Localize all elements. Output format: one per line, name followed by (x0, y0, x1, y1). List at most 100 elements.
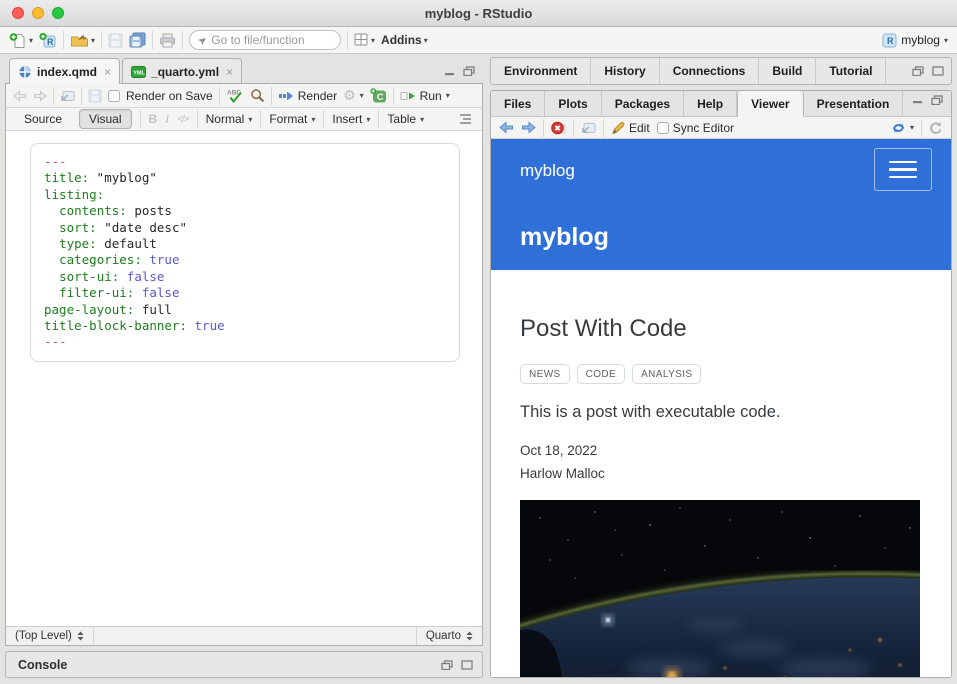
tab-plots[interactable]: Plots (545, 91, 601, 116)
right-column: EnvironmentHistoryConnectionsBuildTutori… (490, 57, 952, 678)
italic-button[interactable]: I (165, 112, 169, 127)
post-hero-image (520, 500, 920, 677)
open-file-button[interactable]: ▾ (70, 33, 95, 48)
project-menu-button[interactable]: R myblog ▾ (882, 33, 948, 48)
restore-pane-icon[interactable] (441, 660, 453, 670)
blog-post: Post With Code NEWSCODEANALYSIS This is … (491, 315, 951, 677)
console-pane-header[interactable]: Console (5, 651, 483, 678)
editor-body: Render on Save ABC Render ⚙ ▾ (5, 83, 483, 646)
code-line: contents: posts (44, 203, 446, 219)
minimize-pane-icon[interactable] (444, 67, 455, 76)
tab-presentation[interactable]: Presentation (804, 91, 904, 116)
render-options-button[interactable]: ⚙ ▾ (343, 89, 364, 103)
source-editor-pane: index.qmd × YML _quarto.yml × (5, 57, 483, 646)
render-on-save-label: Render on Save (126, 89, 213, 103)
maximize-pane-icon[interactable] (932, 66, 944, 76)
tab-files[interactable]: Files (491, 91, 545, 116)
tab-history[interactable]: History (591, 58, 659, 84)
sync-button[interactable]: ▾ (891, 121, 914, 135)
format-menu[interactable]: Format ▾ (269, 112, 315, 126)
toolbar-separator (152, 31, 153, 49)
render-button[interactable]: Render (278, 89, 337, 103)
print-button[interactable] (159, 33, 176, 48)
tab-packages[interactable]: Packages (602, 91, 684, 116)
paragraph-style-dropdown[interactable]: Normal ▾ (206, 112, 253, 126)
tab-connections[interactable]: Connections (660, 58, 760, 84)
menu-icon[interactable] (874, 148, 932, 191)
tab-viewer[interactable]: Viewer (737, 91, 803, 117)
open-in-new-window-icon[interactable] (581, 122, 596, 134)
viewer-content: myblog myblog Post With Code NEWSCODEANA… (491, 139, 951, 677)
code-line: title-block-banner: true (44, 318, 446, 334)
render-on-save-checkbox[interactable] (108, 90, 120, 102)
table-menu[interactable]: Table ▾ (387, 112, 424, 126)
goto-file-search[interactable]: ➤ (189, 30, 341, 50)
scope-selector[interactable]: (Top Level) (6, 627, 94, 645)
category-badge[interactable]: NEWS (520, 364, 570, 384)
stop-icon[interactable] (551, 121, 566, 135)
insert-chunk-icon[interactable]: C (370, 88, 387, 103)
svg-text:R: R (887, 36, 894, 46)
console-title: Console (18, 658, 67, 672)
source-mode-button[interactable]: Source (15, 110, 71, 128)
open-in-new-window-icon[interactable] (60, 90, 75, 102)
forward-icon[interactable] (33, 90, 47, 102)
post-author: Harlow Malloc (520, 466, 922, 481)
insert-menu[interactable]: Insert ▾ (332, 112, 370, 126)
minimize-pane-icon[interactable] (912, 95, 923, 104)
edit-button[interactable]: Edit (611, 121, 650, 135)
left-column: index.qmd × YML _quarto.yml × (5, 57, 483, 678)
save-button[interactable] (108, 33, 123, 48)
code-button[interactable]: </> (177, 114, 188, 125)
panes-layout-button[interactable]: ▾ (354, 33, 375, 47)
rstudio-window: myblog - RStudio ▾ R ▾ (0, 0, 957, 684)
save-all-icon (129, 32, 146, 48)
svg-text:YML: YML (133, 70, 145, 76)
print-icon (159, 33, 176, 48)
tab-help[interactable]: Help (684, 91, 737, 116)
viewer-forward-icon[interactable] (521, 121, 536, 134)
goto-file-input[interactable] (211, 33, 321, 47)
toolbar-separator (101, 31, 102, 49)
post-date: Oct 18, 2022 (520, 443, 922, 458)
yaml-code-block[interactable]: ---title: "myblog"listing: contents: pos… (30, 143, 460, 362)
maximize-pane-icon[interactable] (461, 660, 473, 670)
save-all-button[interactable] (129, 32, 146, 48)
new-file-button[interactable]: ▾ (9, 32, 33, 49)
sync-editor-checkbox[interactable]: Sync Editor (657, 121, 734, 135)
environment-pane-tabs: EnvironmentHistoryConnectionsBuildTutori… (490, 57, 952, 85)
bold-button[interactable]: B (149, 112, 158, 126)
category-badge[interactable]: ANALYSIS (632, 364, 701, 384)
blog-navbar-title[interactable]: myblog (520, 161, 575, 181)
outline-toggle-icon[interactable] (458, 113, 473, 125)
tab-environment[interactable]: Environment (491, 58, 591, 84)
addins-button[interactable]: Addins ▾ (381, 33, 428, 47)
editor-tab-label: _quarto.yml (151, 65, 219, 79)
search-icon[interactable] (250, 88, 265, 103)
visual-mode-button[interactable]: Visual (79, 109, 131, 129)
editor-tab-index-qmd[interactable]: index.qmd × (9, 58, 120, 84)
new-project-button[interactable]: R (39, 32, 57, 49)
file-type-selector[interactable]: Quarto (416, 627, 482, 645)
back-icon[interactable] (13, 90, 27, 102)
goto-arrow-icon: ➤ (195, 32, 210, 48)
close-tab-icon[interactable]: × (104, 65, 111, 79)
save-icon[interactable] (88, 89, 102, 103)
maximize-pane-icon[interactable] (463, 66, 475, 76)
spellcheck-icon[interactable]: ABC (226, 88, 244, 103)
pencil-icon (611, 121, 625, 135)
code-line: filter-ui: false (44, 285, 446, 301)
category-badge[interactable]: CODE (577, 364, 626, 384)
restore-pane-icon[interactable] (931, 95, 943, 105)
quarto-doc-icon (18, 65, 32, 79)
tab-tutorial[interactable]: Tutorial (816, 58, 886, 84)
tab-build[interactable]: Build (759, 58, 816, 84)
editor-content[interactable]: ---title: "myblog"listing: contents: pos… (6, 131, 482, 626)
run-button[interactable]: Run ▾ (400, 89, 450, 103)
editor-tab-quarto-yml[interactable]: YML _quarto.yml × (122, 58, 242, 84)
close-tab-icon[interactable]: × (226, 65, 233, 79)
refresh-icon[interactable] (929, 121, 943, 135)
updown-icon (466, 631, 473, 641)
viewer-back-icon[interactable] (499, 121, 514, 134)
restore-pane-icon[interactable] (912, 66, 924, 76)
